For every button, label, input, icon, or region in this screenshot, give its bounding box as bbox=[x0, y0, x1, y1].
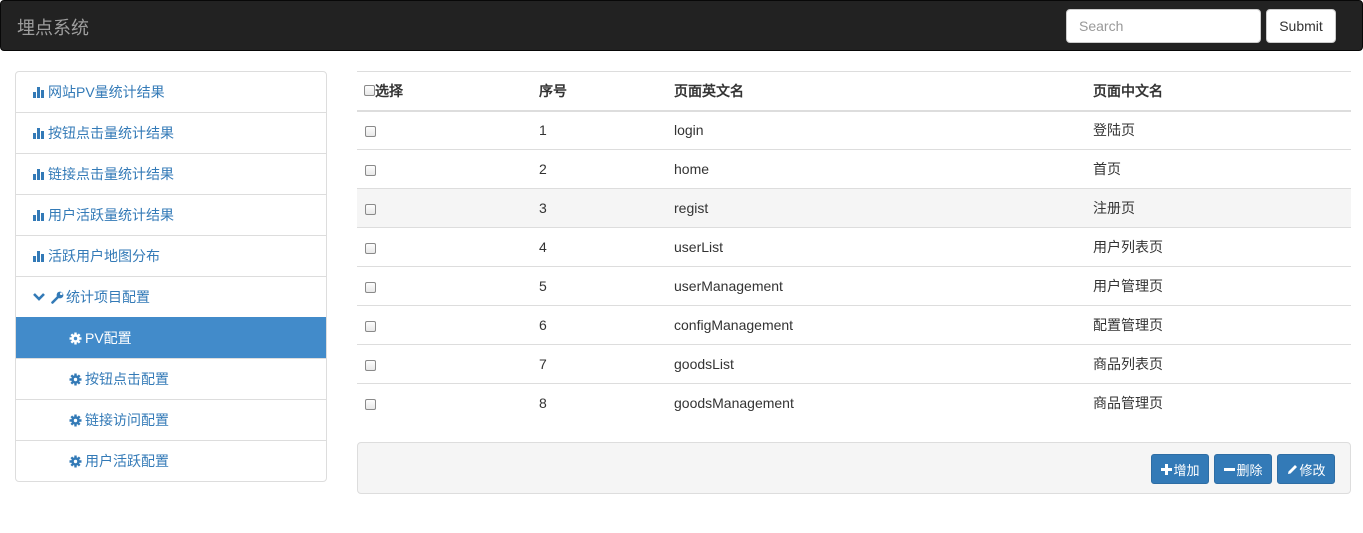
row-checkbox[interactable] bbox=[365, 126, 376, 138]
add-button[interactable]: 增加 bbox=[1151, 454, 1209, 484]
action-panel: 增加 删除 修改 bbox=[357, 442, 1351, 494]
select-all-checkbox[interactable] bbox=[364, 85, 375, 97]
index-column-header: 序号 bbox=[531, 71, 666, 112]
table-row[interactable]: 2 home 首页 bbox=[357, 149, 1351, 189]
sidebar-item-label: 统计项目配置 bbox=[66, 289, 150, 305]
brand-title[interactable]: 埋点系统 bbox=[17, 14, 89, 40]
row-index: 6 bbox=[539, 317, 547, 333]
row-chinese-name: 商品列表页 bbox=[1093, 356, 1163, 372]
sidebar-item-button-click-stats[interactable]: 按钮点击量统计结果 bbox=[16, 112, 326, 153]
row-checkbox[interactable] bbox=[365, 242, 376, 254]
pencil-icon bbox=[1286, 463, 1298, 475]
sidebar-item-label: 活跃用户地图分布 bbox=[48, 248, 160, 264]
table-row[interactable]: 5 userManagement 用户管理页 bbox=[357, 266, 1351, 306]
sidebar-item-label: PV配置 bbox=[85, 330, 132, 346]
chinese-name-column-header: 页面中文名 bbox=[1085, 71, 1351, 112]
row-chinese-name: 登陆页 bbox=[1093, 122, 1135, 139]
row-index: 2 bbox=[539, 161, 547, 177]
row-english-name: configManagement bbox=[674, 317, 794, 333]
wrench-icon bbox=[50, 290, 64, 304]
gear-icon bbox=[68, 454, 82, 468]
sidebar-item-pv-stats[interactable]: 网站PV量统计结果 bbox=[16, 72, 326, 112]
table-row[interactable]: 6 configManagement 配置管理页 bbox=[357, 305, 1351, 345]
sidebar-item-link-click-stats[interactable]: 链接点击量统计结果 bbox=[16, 153, 326, 194]
submit-button[interactable]: Submit bbox=[1266, 9, 1336, 43]
delete-button[interactable]: 删除 bbox=[1214, 454, 1272, 484]
bar-chart-icon bbox=[32, 126, 46, 140]
row-english-name: regist bbox=[674, 200, 709, 216]
row-english-name: home bbox=[674, 161, 710, 177]
bar-chart-icon bbox=[32, 208, 46, 222]
row-checkbox[interactable] bbox=[365, 281, 376, 293]
row-index: 3 bbox=[539, 200, 547, 216]
row-english-name: userManagement bbox=[674, 278, 783, 294]
chevron-down-icon bbox=[32, 290, 46, 304]
gear-icon bbox=[68, 372, 82, 386]
search-input[interactable] bbox=[1066, 9, 1261, 43]
row-index: 8 bbox=[539, 395, 547, 412]
bar-chart-icon bbox=[32, 249, 46, 263]
bar-chart-icon bbox=[32, 85, 46, 99]
sidebar-item-stats-config[interactable]: 统计项目配置 bbox=[16, 276, 326, 317]
delete-button-label: 删除 bbox=[1236, 462, 1263, 478]
sidebar: 网站PV量统计结果 按钮点击量统计结果 链接点击量统计结果 用户活跃量统计结果 … bbox=[15, 71, 327, 482]
row-chinese-name: 用户列表页 bbox=[1093, 239, 1163, 255]
sidebar-item-label: 链接点击量统计结果 bbox=[48, 166, 174, 182]
sidebar-item-link-access-config[interactable]: 链接访问配置 bbox=[16, 399, 326, 440]
sidebar-item-button-click-config[interactable]: 按钮点击配置 bbox=[16, 358, 326, 399]
sidebar-item-user-active-config[interactable]: 用户活跃配置 bbox=[16, 440, 326, 481]
edit-button-label: 修改 bbox=[1299, 462, 1326, 478]
sidebar-item-active-user-map[interactable]: 活跃用户地图分布 bbox=[16, 235, 326, 276]
table-row[interactable]: 7 goodsList 商品列表页 bbox=[357, 344, 1351, 384]
add-button-label: 增加 bbox=[1173, 462, 1200, 478]
gear-icon bbox=[68, 413, 82, 427]
row-chinese-name: 用户管理页 bbox=[1093, 278, 1163, 294]
english-name-column-header: 页面英文名 bbox=[666, 71, 1085, 112]
row-chinese-name: 注册页 bbox=[1093, 200, 1135, 216]
table-row[interactable]: 4 userList 用户列表页 bbox=[357, 227, 1351, 267]
edit-button[interactable]: 修改 bbox=[1277, 454, 1335, 484]
sidebar-item-label: 按钮点击量统计结果 bbox=[48, 125, 174, 141]
sidebar-item-label: 用户活跃配置 bbox=[85, 453, 169, 469]
table-row[interactable]: 3 regist 注册页 bbox=[357, 188, 1351, 228]
sidebar-item-user-active-stats[interactable]: 用户活跃量统计结果 bbox=[16, 194, 326, 235]
gear-icon bbox=[68, 331, 82, 345]
sidebar-item-label: 用户活跃量统计结果 bbox=[48, 207, 174, 223]
row-chinese-name: 商品管理页 bbox=[1093, 395, 1163, 412]
row-checkbox[interactable] bbox=[365, 399, 376, 411]
row-chinese-name: 配置管理页 bbox=[1093, 317, 1163, 333]
row-checkbox[interactable] bbox=[365, 164, 376, 176]
sidebar-item-label: 链接访问配置 bbox=[85, 412, 169, 428]
row-index: 4 bbox=[539, 239, 547, 255]
row-english-name: userList bbox=[674, 239, 724, 255]
row-index: 1 bbox=[539, 122, 547, 139]
row-checkbox[interactable] bbox=[365, 203, 376, 215]
table-row[interactable]: 1 login 登陆页 bbox=[357, 111, 1351, 150]
row-english-name: goodsList bbox=[674, 356, 734, 372]
select-column-header: 选择 bbox=[357, 71, 531, 112]
row-checkbox[interactable] bbox=[365, 359, 376, 371]
row-index: 5 bbox=[539, 278, 547, 294]
page-config-table: 选择 序号 页面英文名 页面中文名 1 login 登陆页 2 home 首页 bbox=[357, 71, 1351, 423]
main-content: 选择 序号 页面英文名 页面中文名 1 login 登陆页 2 home 首页 bbox=[357, 71, 1351, 423]
row-english-name: goodsManagement bbox=[674, 395, 794, 412]
table-header-row: 选择 序号 页面英文名 页面中文名 bbox=[357, 71, 1351, 112]
row-chinese-name: 首页 bbox=[1093, 161, 1121, 177]
bar-chart-icon bbox=[32, 167, 46, 181]
row-index: 7 bbox=[539, 356, 547, 372]
sidebar-item-label: 网站PV量统计结果 bbox=[48, 84, 165, 100]
table-row[interactable]: 8 goodsManagement 商品管理页 bbox=[357, 383, 1351, 423]
sidebar-item-label: 按钮点击配置 bbox=[85, 371, 169, 387]
sidebar-item-pv-config[interactable]: PV配置 bbox=[16, 317, 326, 358]
minus-icon bbox=[1223, 463, 1235, 475]
plus-icon bbox=[1160, 463, 1172, 475]
top-navbar: 埋点系统 Submit bbox=[0, 0, 1363, 51]
row-english-name: login bbox=[674, 122, 704, 139]
row-checkbox[interactable] bbox=[365, 320, 376, 332]
